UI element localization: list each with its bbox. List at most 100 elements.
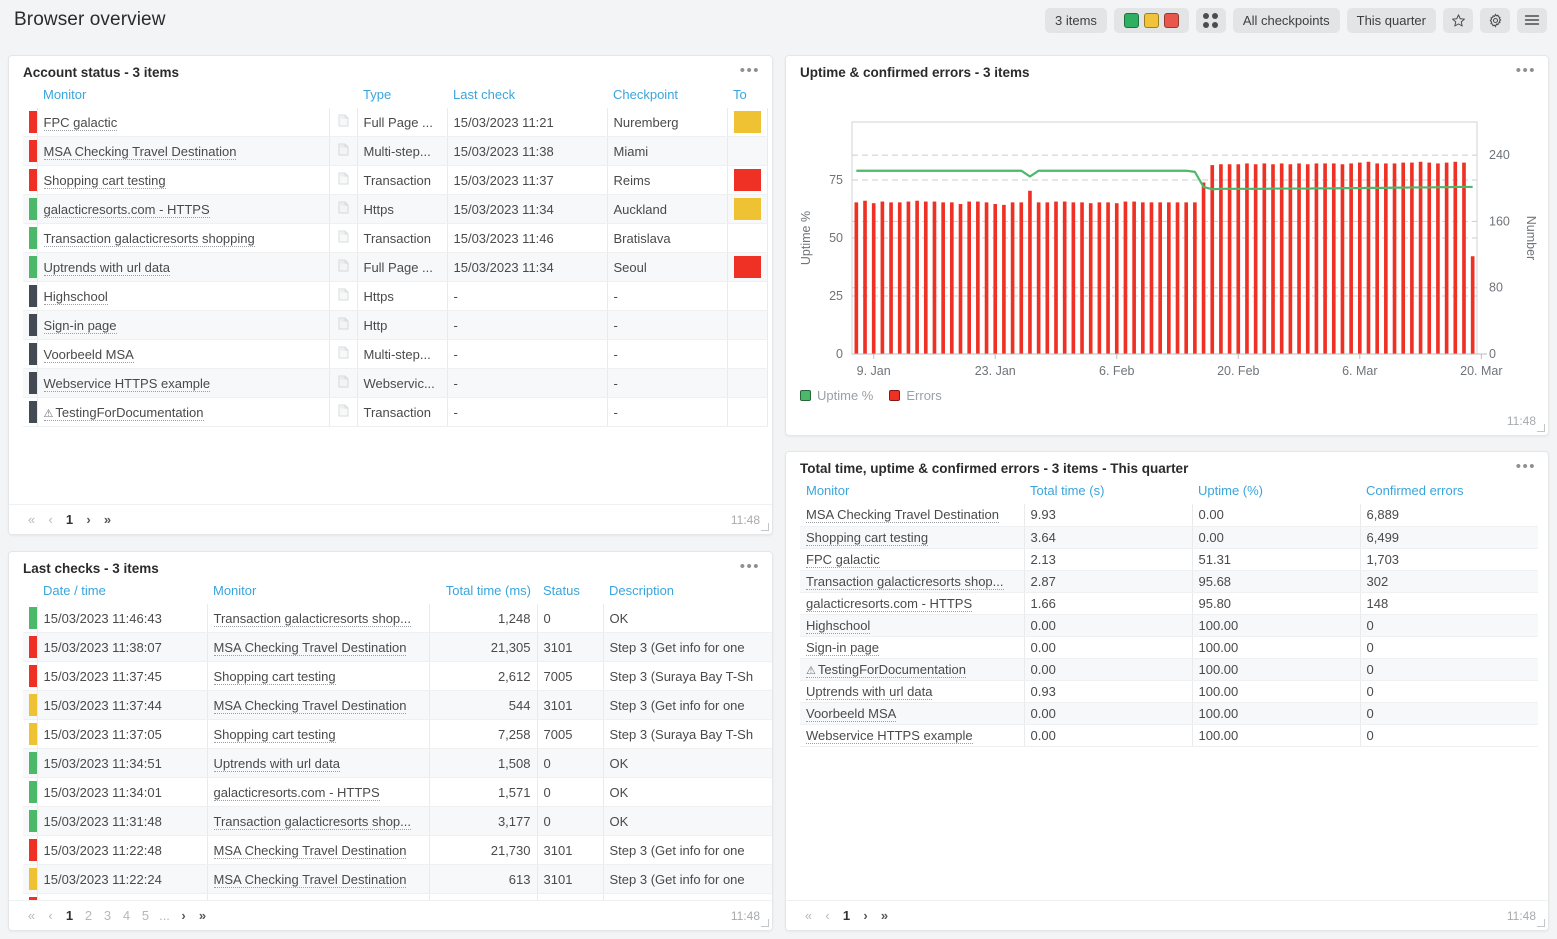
document-icon[interactable] [329,252,358,282]
pager-button[interactable]: « [800,906,817,926]
resize-grip[interactable] [761,919,769,927]
document-icon[interactable] [329,194,358,224]
col-monitor[interactable]: Monitor [37,84,329,108]
cell-monitor[interactable]: Highschool [800,614,1025,637]
account-status-pager[interactable]: «‹ 1 ›» [23,510,116,530]
table-row[interactable]: Voorbeeld MSA Multi-step... - - [23,339,768,369]
cell-monitor[interactable]: Uptrends with url data [800,680,1025,703]
cell-monitor[interactable]: Uptrends with url data [37,252,330,282]
cell-monitor[interactable]: Shopping cart testing [800,526,1025,549]
col-description[interactable]: Description [603,580,772,604]
pager-button[interactable]: 1 [61,906,78,926]
cell-monitor[interactable]: FPC galactic [37,108,330,137]
col-checkpoint[interactable]: Checkpoint [607,84,727,108]
document-icon[interactable] [329,108,358,137]
table-row[interactable]: Uptrends with url data 0.93 100.00 0 [800,680,1538,703]
col-confirmed-errors[interactable]: Confirmed errors [1360,480,1538,504]
document-icon[interactable] [329,281,358,311]
table-row[interactable]: 15/03/2023 11:37:05 Shopping cart testing… [23,719,772,749]
document-icon[interactable] [329,136,358,166]
totals-pager[interactable]: «‹ 1 ›» [800,906,893,926]
cell-monitor[interactable]: Webservice HTTPS example [37,368,330,398]
cell-monitor[interactable]: MSA Checking Travel Destination [800,504,1025,527]
table-row[interactable]: 15/03/2023 11:31:48 Transaction galacticr… [23,806,772,836]
account-status-menu-button[interactable]: ••• [740,63,760,78]
table-row[interactable]: Highschool Https - - [23,281,768,311]
table-row[interactable]: 15/03/2023 11:34:51 Uptrends with url dat… [23,748,772,778]
table-row[interactable]: 15/03/2023 11:38:07 MSA Checking Travel D… [23,632,772,662]
swatch-green-icon[interactable] [1123,12,1139,28]
pager-button[interactable]: ... [156,906,173,926]
cell-monitor[interactable]: ⚠ TestingForDocumentation [37,397,330,427]
swatch-yellow-icon[interactable] [1143,12,1159,28]
uptime-chart-plot[interactable]: 0 25 50 75 0 80 160 240 Uptime % Number 9. Jan 23. … [786,84,1548,384]
cell-monitor[interactable]: Voorbeeld MSA [800,702,1025,725]
table-row[interactable]: Highschool 0.00 100.00 0 [800,614,1538,637]
cell-monitor[interactable]: galacticresorts.com - HTTPS [207,777,430,807]
pager-button[interactable]: › [857,906,874,926]
last-checks-menu-button[interactable]: ••• [740,559,760,574]
col-monitor[interactable]: Monitor [207,580,429,604]
cell-monitor[interactable]: MSA Checking Travel Destination [207,632,430,662]
table-row[interactable]: ⚠ TestingForDocumentation Transaction - - [23,397,768,427]
pager-button[interactable]: 5 [137,906,154,926]
col-total[interactable]: To [727,84,767,108]
pager-button[interactable]: » [876,906,893,926]
cell-monitor[interactable]: Transaction galacticresorts shop... [207,604,430,633]
table-row[interactable]: Voorbeeld MSA 0.00 100.00 0 [800,702,1538,725]
table-row[interactable]: Shopping cart testing Transaction 15/03/20… [23,165,768,195]
cell-monitor[interactable]: Transaction galacticresorts shop... [800,570,1025,593]
pager-button[interactable]: ‹ [819,906,836,926]
document-icon[interactable] [329,368,358,398]
cell-monitor[interactable]: Voorbeeld MSA [37,339,330,369]
pager-button[interactable]: ‹ [42,510,59,530]
totals-table-menu-button[interactable]: ••• [1516,459,1536,474]
uptime-chart-svg[interactable]: 0 25 50 75 0 80 160 240 Uptime % Number 9. Jan 23. … [794,86,1542,381]
table-row[interactable]: 15/03/2023 11:46:43 Transaction galacticr… [23,604,772,633]
col-datetime[interactable]: Date / time [37,580,207,604]
document-icon[interactable] [329,165,358,195]
swatch-red-icon[interactable] [1163,12,1179,28]
resize-grip[interactable] [1537,919,1545,927]
table-row[interactable]: Uptrends with url data Full Page ... 15/03… [23,252,768,282]
table-row[interactable]: Sign-in page Http - - [23,310,768,340]
pager-button[interactable]: « [23,906,40,926]
pager-button[interactable]: 4 [118,906,135,926]
col-uptime[interactable]: Uptime (%) [1192,480,1360,504]
cell-monitor[interactable]: Shopping cart testing [207,661,430,691]
table-row[interactable]: 15/03/2023 11:34:01 galacticresorts.com -… [23,777,772,807]
table-row[interactable]: ⚠ TestingForDocumentation 0.00 100.00 0 [800,658,1538,681]
pager-button[interactable]: › [175,906,192,926]
pager-button[interactable]: › [80,510,97,530]
cell-monitor[interactable]: Shopping cart testing [37,165,330,195]
cell-monitor[interactable]: Webservice HTTPS example [800,724,1025,747]
cell-monitor[interactable]: galacticresorts.com - HTTPS [800,592,1025,615]
cell-monitor[interactable]: Transaction galacticresorts shopping [37,223,330,253]
table-row[interactable]: 15/03/2023 11:22:24 MSA Checking Travel D… [23,864,772,894]
cell-monitor[interactable]: galacticresorts.com - HTTPS [37,194,330,224]
status-swatches[interactable] [1113,7,1189,33]
legend-item-errors[interactable]: Errors [889,388,942,403]
cell-monitor[interactable]: MSA Checking Travel Destination [207,835,430,865]
col-total-time[interactable]: Total time (s) [1024,480,1192,504]
col-last-check[interactable]: Last check [447,84,607,108]
table-row[interactable]: 15/03/2023 11:37:45 Shopping cart testing… [23,661,772,691]
table-row[interactable]: Shopping cart testing 3.64 0.00 6,499 [800,526,1538,549]
cell-monitor[interactable]: MSA Checking Travel Destination [207,690,430,720]
col-status-code[interactable]: Status [537,580,603,604]
pager-button[interactable]: » [99,510,116,530]
table-row[interactable]: FPC galactic Full Page ... 15/03/2023 11:2… [23,108,768,137]
table-row[interactable]: galacticresorts.com - HTTPS 1.66 95.80 148 [800,592,1538,615]
col-type[interactable]: Type [357,84,447,108]
table-row[interactable]: galacticresorts.com - HTTPS Https 15/03/20… [23,194,768,224]
table-row[interactable]: Webservice HTTPS example 0.00 100.00 0 [800,724,1538,747]
cell-monitor[interactable]: Sign-in page [800,636,1025,659]
col-total-time[interactable]: Total time (ms) [429,580,537,604]
table-row[interactable]: Transaction galacticresorts shop... 2.87 9… [800,570,1538,593]
items-count-badge[interactable]: 3 items [1045,7,1107,33]
table-row[interactable]: 15/03/2023 11:22:48 MSA Checking Travel D… [23,835,772,865]
resize-grip[interactable] [761,523,769,531]
cell-monitor[interactable]: ⚠ TestingForDocumentation [800,658,1025,681]
table-row[interactable]: MSA Checking Travel Destination 9.93 0.00 6… [800,504,1538,527]
table-row[interactable]: 15/03/2023 11:37:44 MSA Checking Travel D… [23,690,772,720]
